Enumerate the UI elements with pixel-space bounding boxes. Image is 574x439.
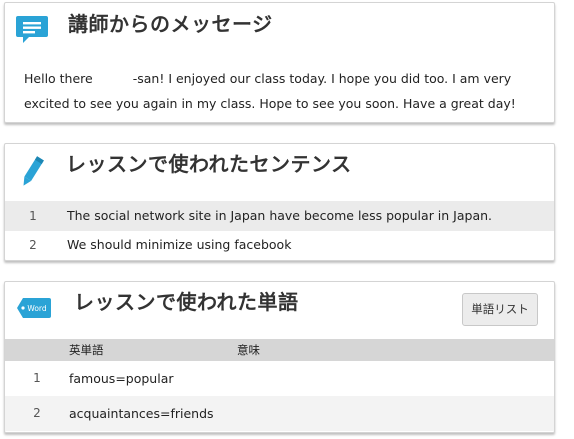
words-title: レッスンで使われた単語 [74, 290, 299, 314]
word-number: 1 [33, 371, 41, 385]
column-header-word: 英単語 [69, 343, 104, 357]
pencil-icon [18, 154, 46, 194]
message-body: -san! I enjoyed our class today. I hope … [24, 71, 516, 111]
word-tag-label: Word [27, 304, 47, 313]
message-title: 講師からのメッセージ [68, 12, 273, 36]
teacher-message-card: 講師からのメッセージ Hello there -san! I enjoyed ou… [4, 2, 555, 123]
word-row: 2 acquaintances=friends [5, 396, 554, 431]
word-text: acquaintances=friends [69, 406, 214, 421]
sentences-card: レッスンで使われたセンテンス 1 The social network site… [4, 143, 555, 261]
column-header-meaning: 意味 [237, 343, 260, 357]
word-list-button[interactable]: 単語リスト [462, 293, 538, 326]
sentences-title: レッスンで使われたセンテンス [66, 152, 352, 176]
sentence-text: The social network site in Japan have be… [67, 208, 493, 223]
message-text: Hello there -san! I enjoyed our class tod… [24, 66, 539, 116]
sentence-text: We should minimize using facebook [67, 237, 292, 252]
words-table-header: 英単語 意味 [5, 339, 554, 361]
word-row: 1 famous=popular [5, 361, 554, 396]
message-greeting: Hello there [24, 71, 93, 86]
sentence-number: 2 [29, 238, 37, 252]
sentence-row: 2 We should minimize using facebook [5, 230, 554, 260]
word-tag-icon: Word [16, 297, 52, 323]
word-number: 2 [33, 406, 41, 420]
speech-bubble-icon [15, 14, 49, 50]
words-card: Word レッスンで使われた単語 単語リスト 英単語 意味 1 famous=p… [4, 281, 555, 433]
sentence-row: 1 The social network site in Japan have … [5, 201, 554, 231]
sentence-number: 1 [29, 209, 37, 223]
word-text: famous=popular [69, 371, 174, 386]
